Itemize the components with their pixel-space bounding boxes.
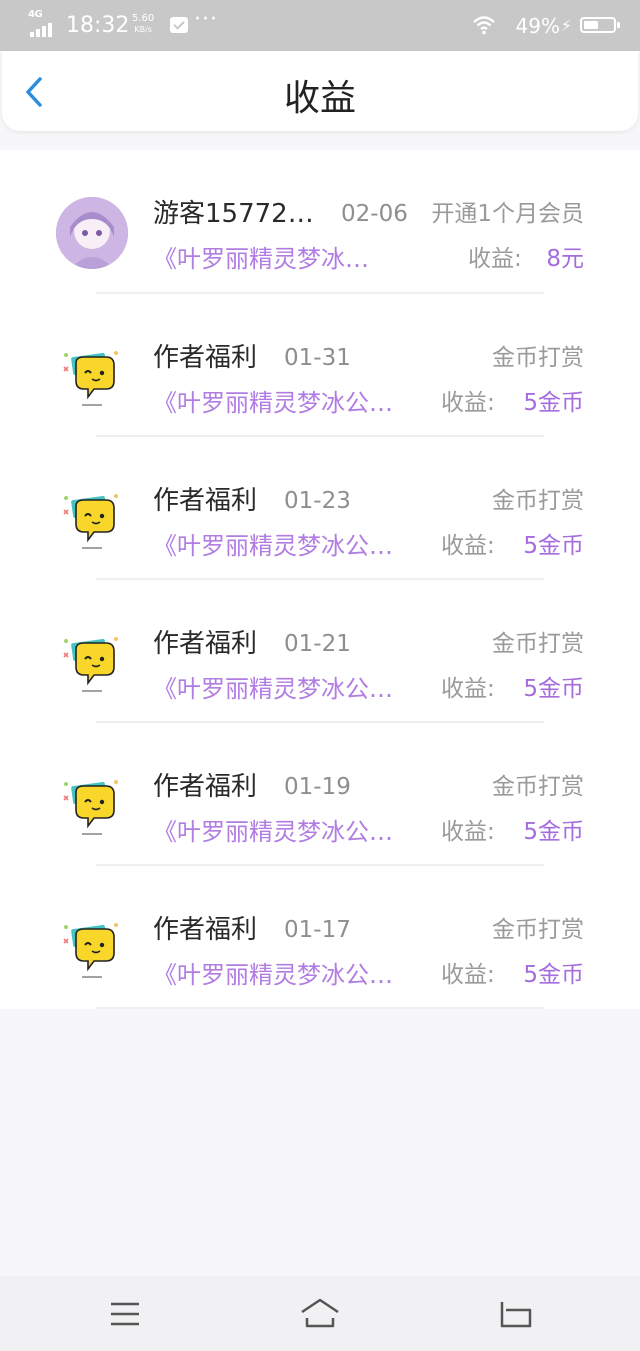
battery-level-fill: [584, 21, 598, 29]
income-value: 5金币: [523, 533, 584, 559]
charging-bolt-icon: ⚡: [560, 16, 572, 35]
page-title: 收益: [283, 78, 356, 119]
battery-percent: 49%: [515, 14, 560, 38]
record-name: 作者福利: [153, 486, 258, 516]
income-label: 收益:: [441, 819, 495, 845]
income-record-row[interactable]: 作者福利 01-23 金币打赏 《叶罗丽精灵梦冰公… 收益: 5金币: [0, 437, 640, 580]
status-right: 49% ⚡: [416, 11, 620, 41]
income-value: 5金币: [523, 819, 584, 845]
speech-bubble-emoji-avatar: [56, 484, 128, 556]
battery-icon: [580, 17, 620, 33]
header-bar: 收益: [2, 51, 638, 131]
book-title: 《叶罗丽精灵梦冰公…: [153, 532, 393, 560]
income-label: 收益:: [441, 533, 495, 559]
record-type: 开通1个月会员: [431, 201, 584, 227]
income-record-row[interactable]: 作者福利 01-31 金币打赏 《叶罗丽精灵梦冰公… 收益: 5金币: [0, 294, 640, 437]
record-name: 作者福利: [153, 343, 258, 373]
income-label: 收益:: [441, 390, 495, 416]
network-type: 4G: [28, 9, 43, 20]
record-name: 作者福利: [153, 915, 258, 945]
record-type: 金币打赏: [492, 345, 584, 371]
menu-button[interactable]: [105, 1294, 145, 1334]
income-label: 收益:: [468, 246, 522, 272]
book-title: 《叶罗丽精灵梦冰公…: [153, 389, 393, 417]
network-speed: 5.60 KB/s: [132, 13, 154, 35]
message-icon: [170, 17, 188, 33]
record-date: 01-19: [284, 774, 351, 800]
income-label: 收益:: [441, 676, 495, 702]
record-date: 01-21: [284, 631, 351, 657]
income-value: 5金币: [523, 676, 584, 702]
record-name: 作者福利: [153, 629, 258, 659]
record-name: 游客15772…: [153, 199, 314, 229]
income-list: 游客15772… 02-06 开通1个月会员 《叶罗丽精灵梦冰… 收益: 8元 …: [0, 150, 640, 1009]
home-icon: [301, 1298, 339, 1328]
more-notifications-icon: ···: [194, 7, 218, 32]
record-type: 金币打赏: [492, 631, 584, 657]
record-date: 01-31: [284, 345, 351, 371]
income-record-row[interactable]: 游客15772… 02-06 开通1个月会员 《叶罗丽精灵梦冰… 收益: 8元: [0, 150, 640, 294]
record-name: 作者福利: [153, 772, 258, 802]
record-date: 01-17: [284, 917, 351, 943]
record-type: 金币打赏: [492, 488, 584, 514]
income-record-row[interactable]: 作者福利 01-19 金币打赏 《叶罗丽精灵梦冰公… 收益: 5金币: [0, 723, 640, 866]
speed-value: 5.60: [132, 13, 155, 24]
status-bar: 4G 18:32 5.60 KB/s ··· 49% ⚡: [0, 0, 640, 51]
book-title: 《叶罗丽精灵梦冰公…: [153, 818, 393, 846]
book-title: 《叶罗丽精灵梦冰公…: [153, 961, 393, 989]
system-nav-bar: [0, 1276, 640, 1351]
book-title: 《叶罗丽精灵梦冰公…: [153, 675, 393, 703]
speech-bubble-emoji-avatar: [56, 770, 128, 842]
record-date: 02-06: [341, 201, 408, 227]
signal-icon: [30, 23, 56, 37]
speed-unit: KB/s: [134, 25, 152, 34]
clock-time: 18:32: [66, 13, 130, 38]
speech-bubble-emoji-avatar: [56, 341, 128, 413]
income-value: 8元: [546, 246, 584, 272]
home-button[interactable]: [298, 1294, 342, 1334]
row-divider: [96, 1007, 544, 1009]
income-record-row[interactable]: 作者福利 01-21 金币打赏 《叶罗丽精灵梦冰公… 收益: 5金币: [0, 580, 640, 723]
income-value: 5金币: [523, 962, 584, 988]
record-type: 金币打赏: [492, 917, 584, 943]
speech-bubble-emoji-avatar: [56, 627, 128, 699]
back-icon: [500, 1302, 532, 1328]
income-record-row[interactable]: 作者福利 01-17 金币打赏 《叶罗丽精灵梦冰公… 收益: 5金币: [0, 866, 640, 1009]
anime-girl-avatar: [56, 197, 128, 269]
record-type: 金币打赏: [492, 774, 584, 800]
back-nav-button[interactable]: [496, 1294, 536, 1334]
wifi-icon: [473, 16, 495, 35]
book-title: 《叶罗丽精灵梦冰…: [153, 245, 369, 273]
record-date: 01-23: [284, 488, 351, 514]
income-value: 5金币: [523, 390, 584, 416]
income-label: 收益:: [441, 962, 495, 988]
menu-icon: [111, 1302, 139, 1326]
speech-bubble-emoji-avatar: [56, 913, 128, 985]
